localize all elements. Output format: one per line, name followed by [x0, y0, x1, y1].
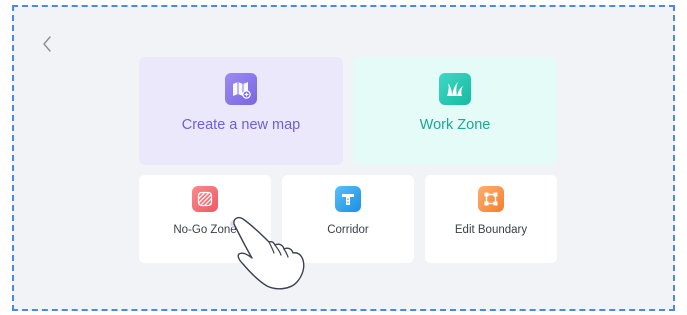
- work-zone-card[interactable]: Work Zone: [353, 57, 557, 165]
- create-map-label: Create a new map: [181, 117, 301, 133]
- chevron-left-icon: [43, 36, 51, 52]
- no-go-zone-icon: [192, 186, 218, 212]
- corridor-label: Corridor: [327, 224, 369, 236]
- edit-boundary-label: Edit Boundary: [454, 224, 528, 236]
- screen-frame: Create a new map Work Zone No-Go Zone Co…: [12, 5, 675, 311]
- create-map-card[interactable]: Create a new map: [139, 57, 343, 165]
- edit-boundary-card[interactable]: Edit Boundary: [425, 175, 557, 263]
- corridor-card[interactable]: Corridor: [282, 175, 414, 263]
- no-go-zone-card[interactable]: No-Go Zone: [139, 175, 271, 263]
- no-go-zone-label: No-Go Zone: [173, 224, 237, 236]
- back-button[interactable]: [36, 31, 58, 57]
- map-plus-icon: [225, 73, 257, 105]
- grass-icon: [439, 73, 471, 105]
- edit-boundary-icon: [478, 186, 504, 212]
- corridor-icon: [335, 186, 361, 212]
- work-zone-label: Work Zone: [419, 117, 491, 133]
